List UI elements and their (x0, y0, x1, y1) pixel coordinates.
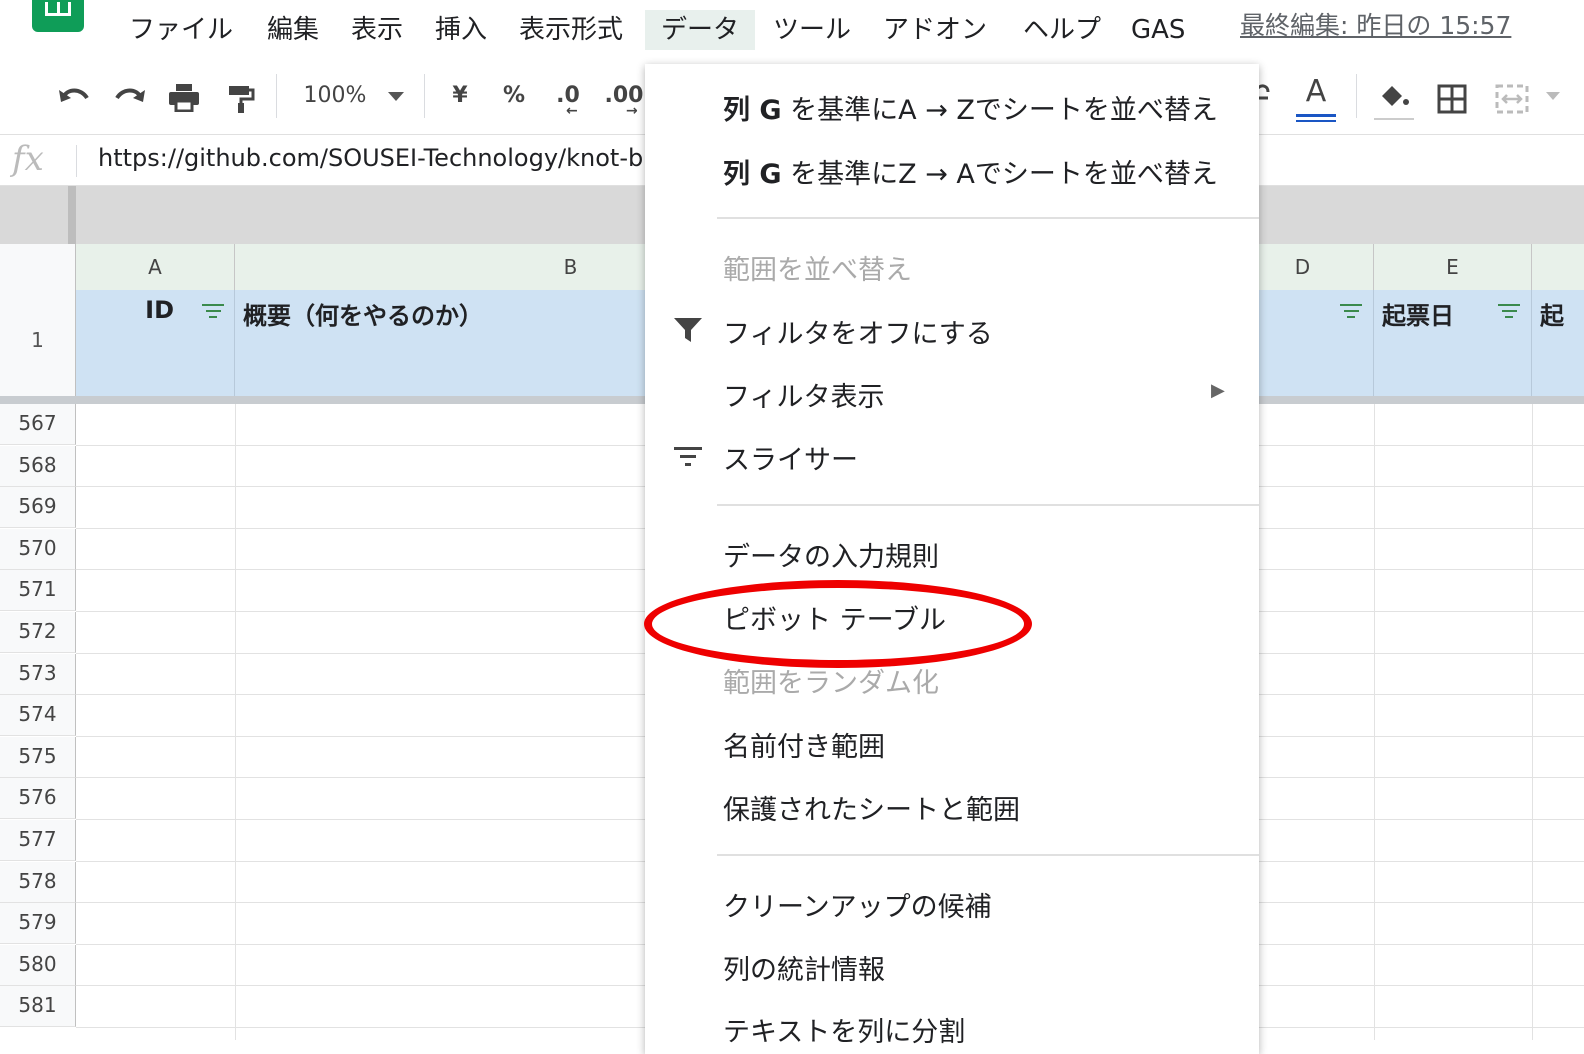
row-number[interactable]: 573 (0, 653, 76, 695)
menu-item-label: を基準にA → Zでシートを並べ替え (781, 95, 1218, 126)
undo-icon[interactable] (52, 76, 96, 116)
column-header-e[interactable]: E (1374, 244, 1532, 290)
filter-funnel-icon (673, 317, 703, 347)
highlight-ellipse (644, 580, 1032, 668)
menu-item-slicer[interactable]: スライサー (723, 438, 858, 477)
menu-format[interactable]: 表示形式 (506, 10, 636, 50)
menu-help[interactable]: ヘルプ (1010, 10, 1114, 50)
menu-item-split-text[interactable]: テキストを列に分割 (723, 1010, 965, 1049)
row-number[interactable]: 577 (0, 820, 76, 861)
header-cell-id[interactable]: ID (76, 290, 235, 396)
zoom-select[interactable]: 100% (300, 76, 370, 116)
row-number[interactable]: 578 (0, 861, 76, 903)
header-cell-created-date[interactable]: 起票日 (1374, 290, 1532, 396)
header-cell-label: 起票日 (1382, 302, 1454, 330)
menu-file[interactable]: ファイル (116, 10, 246, 50)
sort-column-label: 列 G (723, 159, 782, 190)
arrow-left-icon: ← (566, 103, 578, 119)
fx-icon: fx (12, 139, 44, 179)
row-number[interactable]: 576 (0, 778, 76, 820)
menu-addons[interactable]: アドオン (870, 10, 1000, 50)
print-icon[interactable] (162, 76, 206, 116)
percent-format-button[interactable]: % (500, 76, 528, 116)
menu-view[interactable]: 表示 (338, 10, 416, 50)
header-cell-label: 概要（何をやるのか） (243, 302, 483, 330)
row-number[interactable]: 572 (0, 612, 76, 653)
menu-item-filter-views[interactable]: フィルタ表示 (723, 375, 884, 414)
menu-item-sort-sheet-az[interactable]: 列 G を基準にA → Zでシートを並べ替え (723, 88, 1218, 127)
row-number[interactable]: 580 (0, 944, 76, 986)
menu-item-cleanup-suggestions[interactable]: クリーンアップの候補 (723, 885, 992, 924)
strikethrough-icon[interactable] (1258, 76, 1274, 116)
row-number[interactable]: 570 (0, 528, 76, 570)
last-edit-link[interactable]: 最終編集: 昨日の 15:57 (1240, 6, 1511, 42)
column-gridline (1532, 404, 1533, 1040)
menu-item-sort-range: 範囲を並べ替え (723, 255, 912, 286)
column-header-f[interactable] (1532, 244, 1584, 290)
merge-cells-icon[interactable] (1490, 76, 1534, 116)
row-number[interactable]: 571 (0, 570, 76, 612)
menu-bar: ファイル 編集 表示 挿入 表示形式 データ ツール アドオン ヘルプ GAS … (0, 0, 1584, 63)
menu-edit[interactable]: 編集 (254, 10, 332, 50)
borders-icon[interactable] (1432, 76, 1472, 116)
row-number-1[interactable]: 1 (0, 290, 76, 396)
sheets-logo-icon[interactable] (32, 0, 84, 32)
menu-item-filter-off[interactable]: フィルタをオフにする (723, 312, 993, 351)
row-number[interactable]: 581 (0, 986, 76, 1028)
fill-color-icon[interactable] (1372, 76, 1416, 120)
slicer-icon (673, 446, 703, 472)
header-cell-label: ID (145, 296, 174, 324)
menu-item-sort-sheet-za[interactable]: 列 G を基準にZ → Aでシートを並べ替え (723, 152, 1218, 191)
increase-decimal-button[interactable]: .00 → (604, 76, 644, 119)
submenu-arrow-icon: ▶ (1211, 380, 1225, 401)
currency-format-button[interactable]: ¥ (446, 76, 474, 116)
paint-format-icon[interactable] (218, 76, 262, 116)
menu-insert[interactable]: 挿入 (422, 10, 500, 50)
menu-item-label: を基準にZ → Aでシートを並べ替え (781, 159, 1218, 190)
text-color-icon[interactable]: A (1294, 76, 1338, 122)
merge-dropdown-icon[interactable] (1540, 76, 1566, 116)
redo-icon[interactable] (108, 76, 152, 116)
filter-icon[interactable] (1340, 304, 1362, 320)
row-number[interactable]: 579 (0, 903, 76, 945)
select-all-corner[interactable] (0, 244, 76, 290)
decrease-decimal-button[interactable]: .0 ← (548, 76, 588, 119)
row-number[interactable]: 569 (0, 487, 76, 529)
row-number[interactable]: 574 (0, 695, 76, 737)
arrow-right-icon: → (626, 103, 638, 119)
column-gridline (235, 404, 236, 1040)
header-cell-next[interactable]: 起 (1532, 290, 1584, 396)
data-menu: 列 G を基準にA → Zでシートを並べ替え 列 G を基準にZ → Aでシート… (645, 64, 1259, 1054)
column-header-a[interactable]: A (76, 244, 235, 290)
filter-icon[interactable] (202, 304, 224, 320)
row-number[interactable]: 575 (0, 736, 76, 778)
sort-column-label: 列 G (723, 95, 782, 126)
menu-gas[interactable]: GAS (1118, 10, 1198, 50)
filter-icon[interactable] (1498, 304, 1520, 320)
menu-item-protected-sheets[interactable]: 保護されたシートと範囲 (723, 788, 1020, 827)
menu-item-column-stats[interactable]: 列の統計情報 (723, 948, 885, 987)
zoom-dropdown-icon[interactable] (384, 76, 408, 116)
formula-input[interactable]: https://github.com/SOUSEI-Technology/kno… (98, 135, 658, 185)
menu-item-data-validation[interactable]: データの入力規則 (723, 535, 939, 574)
menu-tools[interactable]: ツール (760, 10, 864, 50)
row-number[interactable]: 567 (0, 404, 76, 445)
row-number[interactable]: 568 (0, 445, 76, 487)
menu-data[interactable]: データ (645, 10, 755, 50)
menu-item-named-ranges[interactable]: 名前付き範囲 (723, 725, 885, 764)
column-gridline (1374, 404, 1375, 1040)
header-cell-label: 起 (1540, 302, 1564, 330)
